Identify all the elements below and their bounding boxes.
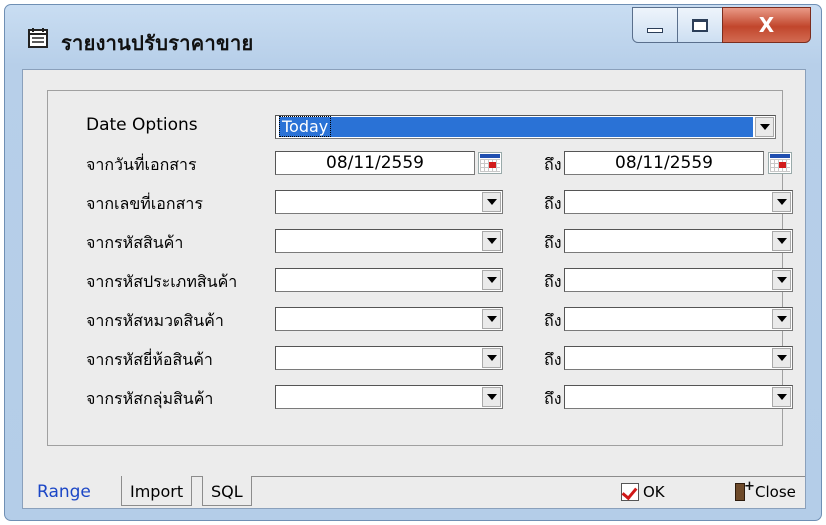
client-area: Date Options Today จากวันที่เอกสาร 08/11… [22,69,806,509]
product-code-from-select[interactable] [275,229,503,253]
minimize-icon [647,27,663,33]
title-bar[interactable]: รายงานปรับราคาขาย X [5,5,821,69]
product-type-label: จากรหัสประเภทสินค้า [86,272,238,291]
product-group-from-select[interactable] [275,385,503,409]
product-brand-from-select[interactable] [275,346,503,370]
to-label: ถึง [544,350,562,369]
tab-import[interactable]: Import [121,476,193,506]
product-category-from-select[interactable] [275,307,503,331]
product-brand-label: จากรหัสยี่ห้อสินค้า [86,350,213,369]
tab-range[interactable]: Range [29,476,99,506]
close-button[interactable]: + Close [733,479,796,504]
dropdown-arrow-icon[interactable] [772,192,791,212]
product-group-label: จากรหัสกลุ่มสินค้า [86,389,214,408]
doc-number-to-select[interactable] [564,190,793,214]
to-label: ถึง [544,155,562,174]
doc-date-from-input[interactable]: 08/11/2559 [275,151,475,175]
product-type-to-select[interactable] [564,268,793,292]
window-title: รายงานปรับราคาขาย [61,31,254,55]
product-category-label: จากรหัสหมวดสินค้า [86,311,224,330]
dropdown-arrow-icon[interactable] [755,117,774,137]
maximize-icon [692,18,708,32]
dropdown-arrow-icon[interactable] [482,192,501,212]
calendar-icon[interactable] [768,152,792,174]
tab-bar: Range Import SQL OK + Close [23,476,805,509]
to-label: ถึง [544,311,562,330]
calendar-icon[interactable] [478,152,502,174]
dropdown-arrow-icon[interactable] [482,348,501,368]
dropdown-arrow-icon[interactable] [772,309,791,329]
to-label: ถึง [544,194,562,213]
doc-number-from-select[interactable] [275,190,503,214]
range-options-group: Date Options Today จากวันที่เอกสาร 08/11… [47,90,793,446]
product-code-to-select[interactable] [564,229,793,253]
maximize-button[interactable] [677,7,723,43]
dropdown-arrow-icon[interactable] [772,348,791,368]
minimize-button[interactable] [632,7,678,43]
ok-button[interactable]: OK [621,480,665,504]
product-group-to-select[interactable] [564,385,793,409]
product-type-from-select[interactable] [275,268,503,292]
close-window-button[interactable]: X [722,7,811,43]
dropdown-arrow-icon[interactable] [482,387,501,407]
doc-date-label: จากวันที่เอกสาร [86,155,197,174]
tab-sql[interactable]: SQL [202,476,252,506]
to-label: ถึง [544,233,562,252]
to-label: ถึง [544,272,562,291]
date-options-value: Today [278,116,332,137]
close-icon: X [758,13,775,37]
date-options-select[interactable]: Today [275,115,776,139]
report-window: รายงานปรับราคาขาย X Date Options Today จ… [4,4,822,521]
ok-button-label: OK [643,483,665,501]
date-options-label: Date Options [86,115,198,135]
dropdown-arrow-icon[interactable] [482,270,501,290]
product-category-to-select[interactable] [564,307,793,331]
report-icon [28,28,48,48]
dropdown-arrow-icon[interactable] [772,231,791,251]
doc-date-to-input[interactable]: 08/11/2559 [564,151,764,175]
exit-door-icon: + [733,479,755,502]
dropdown-arrow-icon[interactable] [772,387,791,407]
doc-number-label: จากเลขที่เอกสาร [86,194,203,213]
product-brand-to-select[interactable] [564,346,793,370]
to-label: ถึง [544,389,562,408]
dropdown-arrow-icon[interactable] [772,270,791,290]
dropdown-arrow-icon[interactable] [482,231,501,251]
close-button-label: Close [755,483,796,501]
product-code-label: จากรหัสสินค้า [86,233,184,252]
dropdown-arrow-icon[interactable] [482,309,501,329]
ok-check-icon [621,483,639,501]
